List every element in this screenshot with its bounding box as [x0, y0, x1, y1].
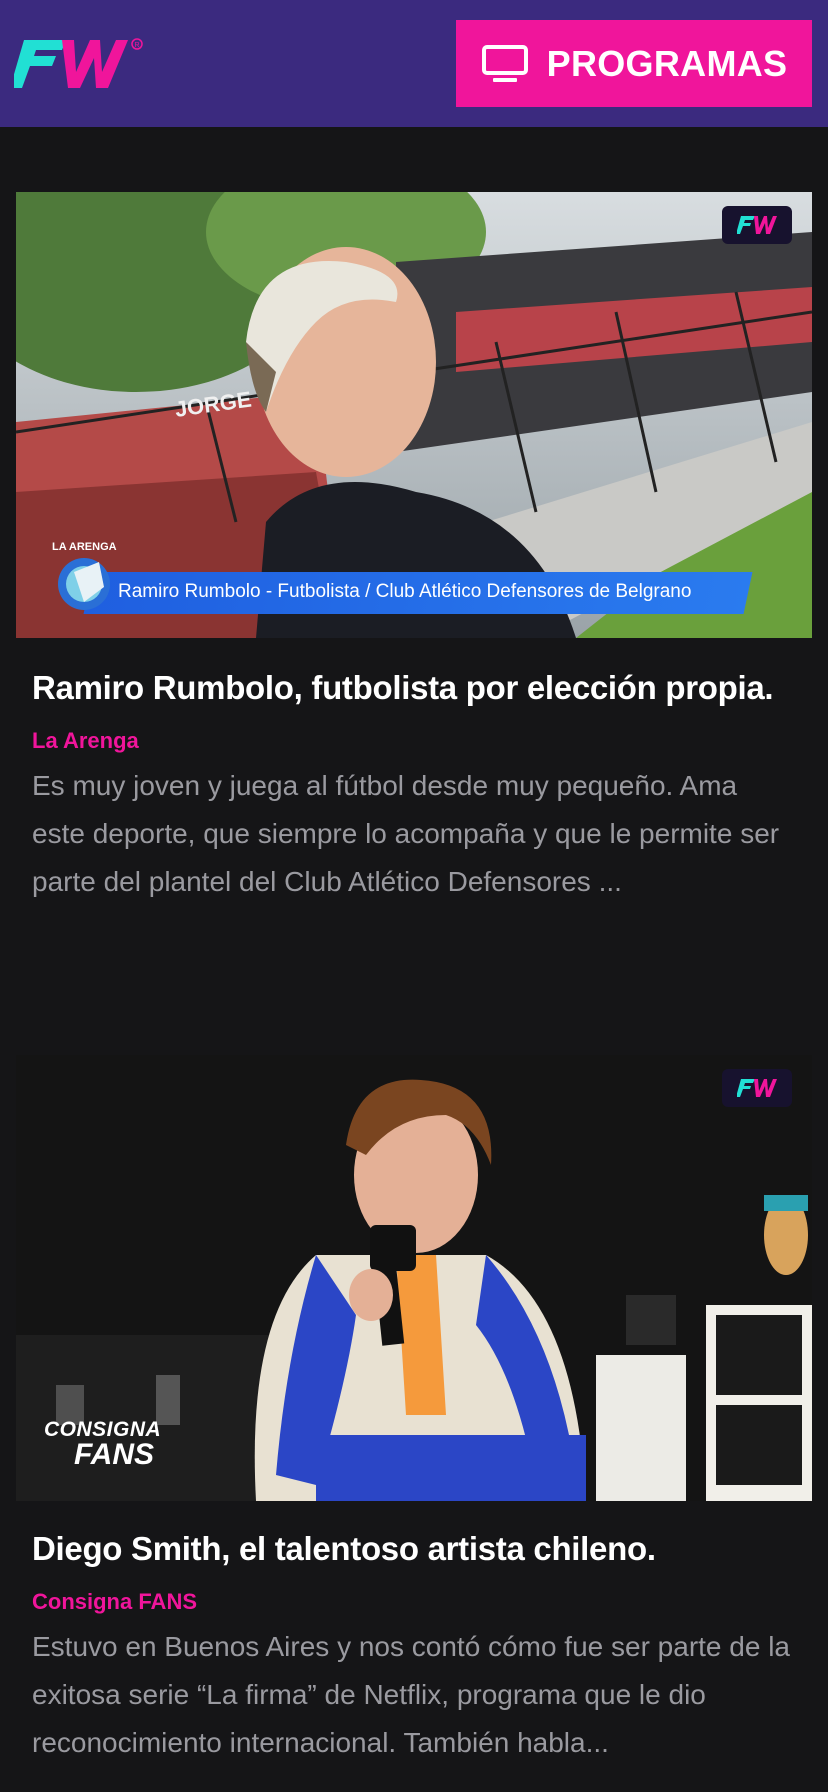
svg-text:LA ARENGA: LA ARENGA: [52, 541, 117, 553]
program-link[interactable]: La Arenga: [32, 726, 796, 756]
fw-logo[interactable]: R: [14, 36, 144, 92]
svg-text:R: R: [135, 42, 140, 49]
site-header: R PROGRAMAS: [0, 0, 828, 127]
article-card[interactable]: JORGE Ramiro Rumbolo - Futbolista / Club…: [16, 192, 812, 906]
tv-icon: [481, 44, 528, 82]
programs-button-label: PROGRAMAS: [546, 42, 788, 84]
video-thumbnail[interactable]: JORGE Ramiro Rumbolo - Futbolista / Club…: [16, 192, 812, 638]
fw-logo-icon: [737, 216, 777, 234]
show-logo-line1: CONSIGNA: [44, 1418, 162, 1441]
article-title[interactable]: Diego Smith, el talentoso artista chilen…: [32, 1521, 796, 1577]
la-arenga-show-logo: LA ARENGA: [52, 541, 117, 610]
programs-button[interactable]: PROGRAMAS: [456, 20, 812, 107]
article-title[interactable]: Ramiro Rumbolo, futbolista por elección …: [32, 660, 796, 716]
fw-watermark-badge: [722, 206, 792, 244]
article-card[interactable]: CONSIGNA FANS Diego Smith, el talentoso …: [16, 1055, 812, 1767]
program-link[interactable]: Consigna FANS: [32, 1587, 796, 1617]
show-logo-line2: FANS: [74, 1438, 155, 1471]
article-description: Estuvo en Buenos Aires y nos contó cómo …: [32, 1631, 790, 1758]
video-caption: Ramiro Rumbolo - Futbolista / Club Atlét…: [118, 581, 692, 602]
consigna-fans-show-logo: CONSIGNA FANS: [44, 1419, 161, 1470]
fw-watermark-badge: [722, 1069, 792, 1107]
fw-logo-icon: [737, 1079, 777, 1097]
video-thumbnail[interactable]: CONSIGNA FANS: [16, 1055, 812, 1501]
article-description: Es muy joven y juega al fútbol desde muy…: [32, 770, 780, 897]
